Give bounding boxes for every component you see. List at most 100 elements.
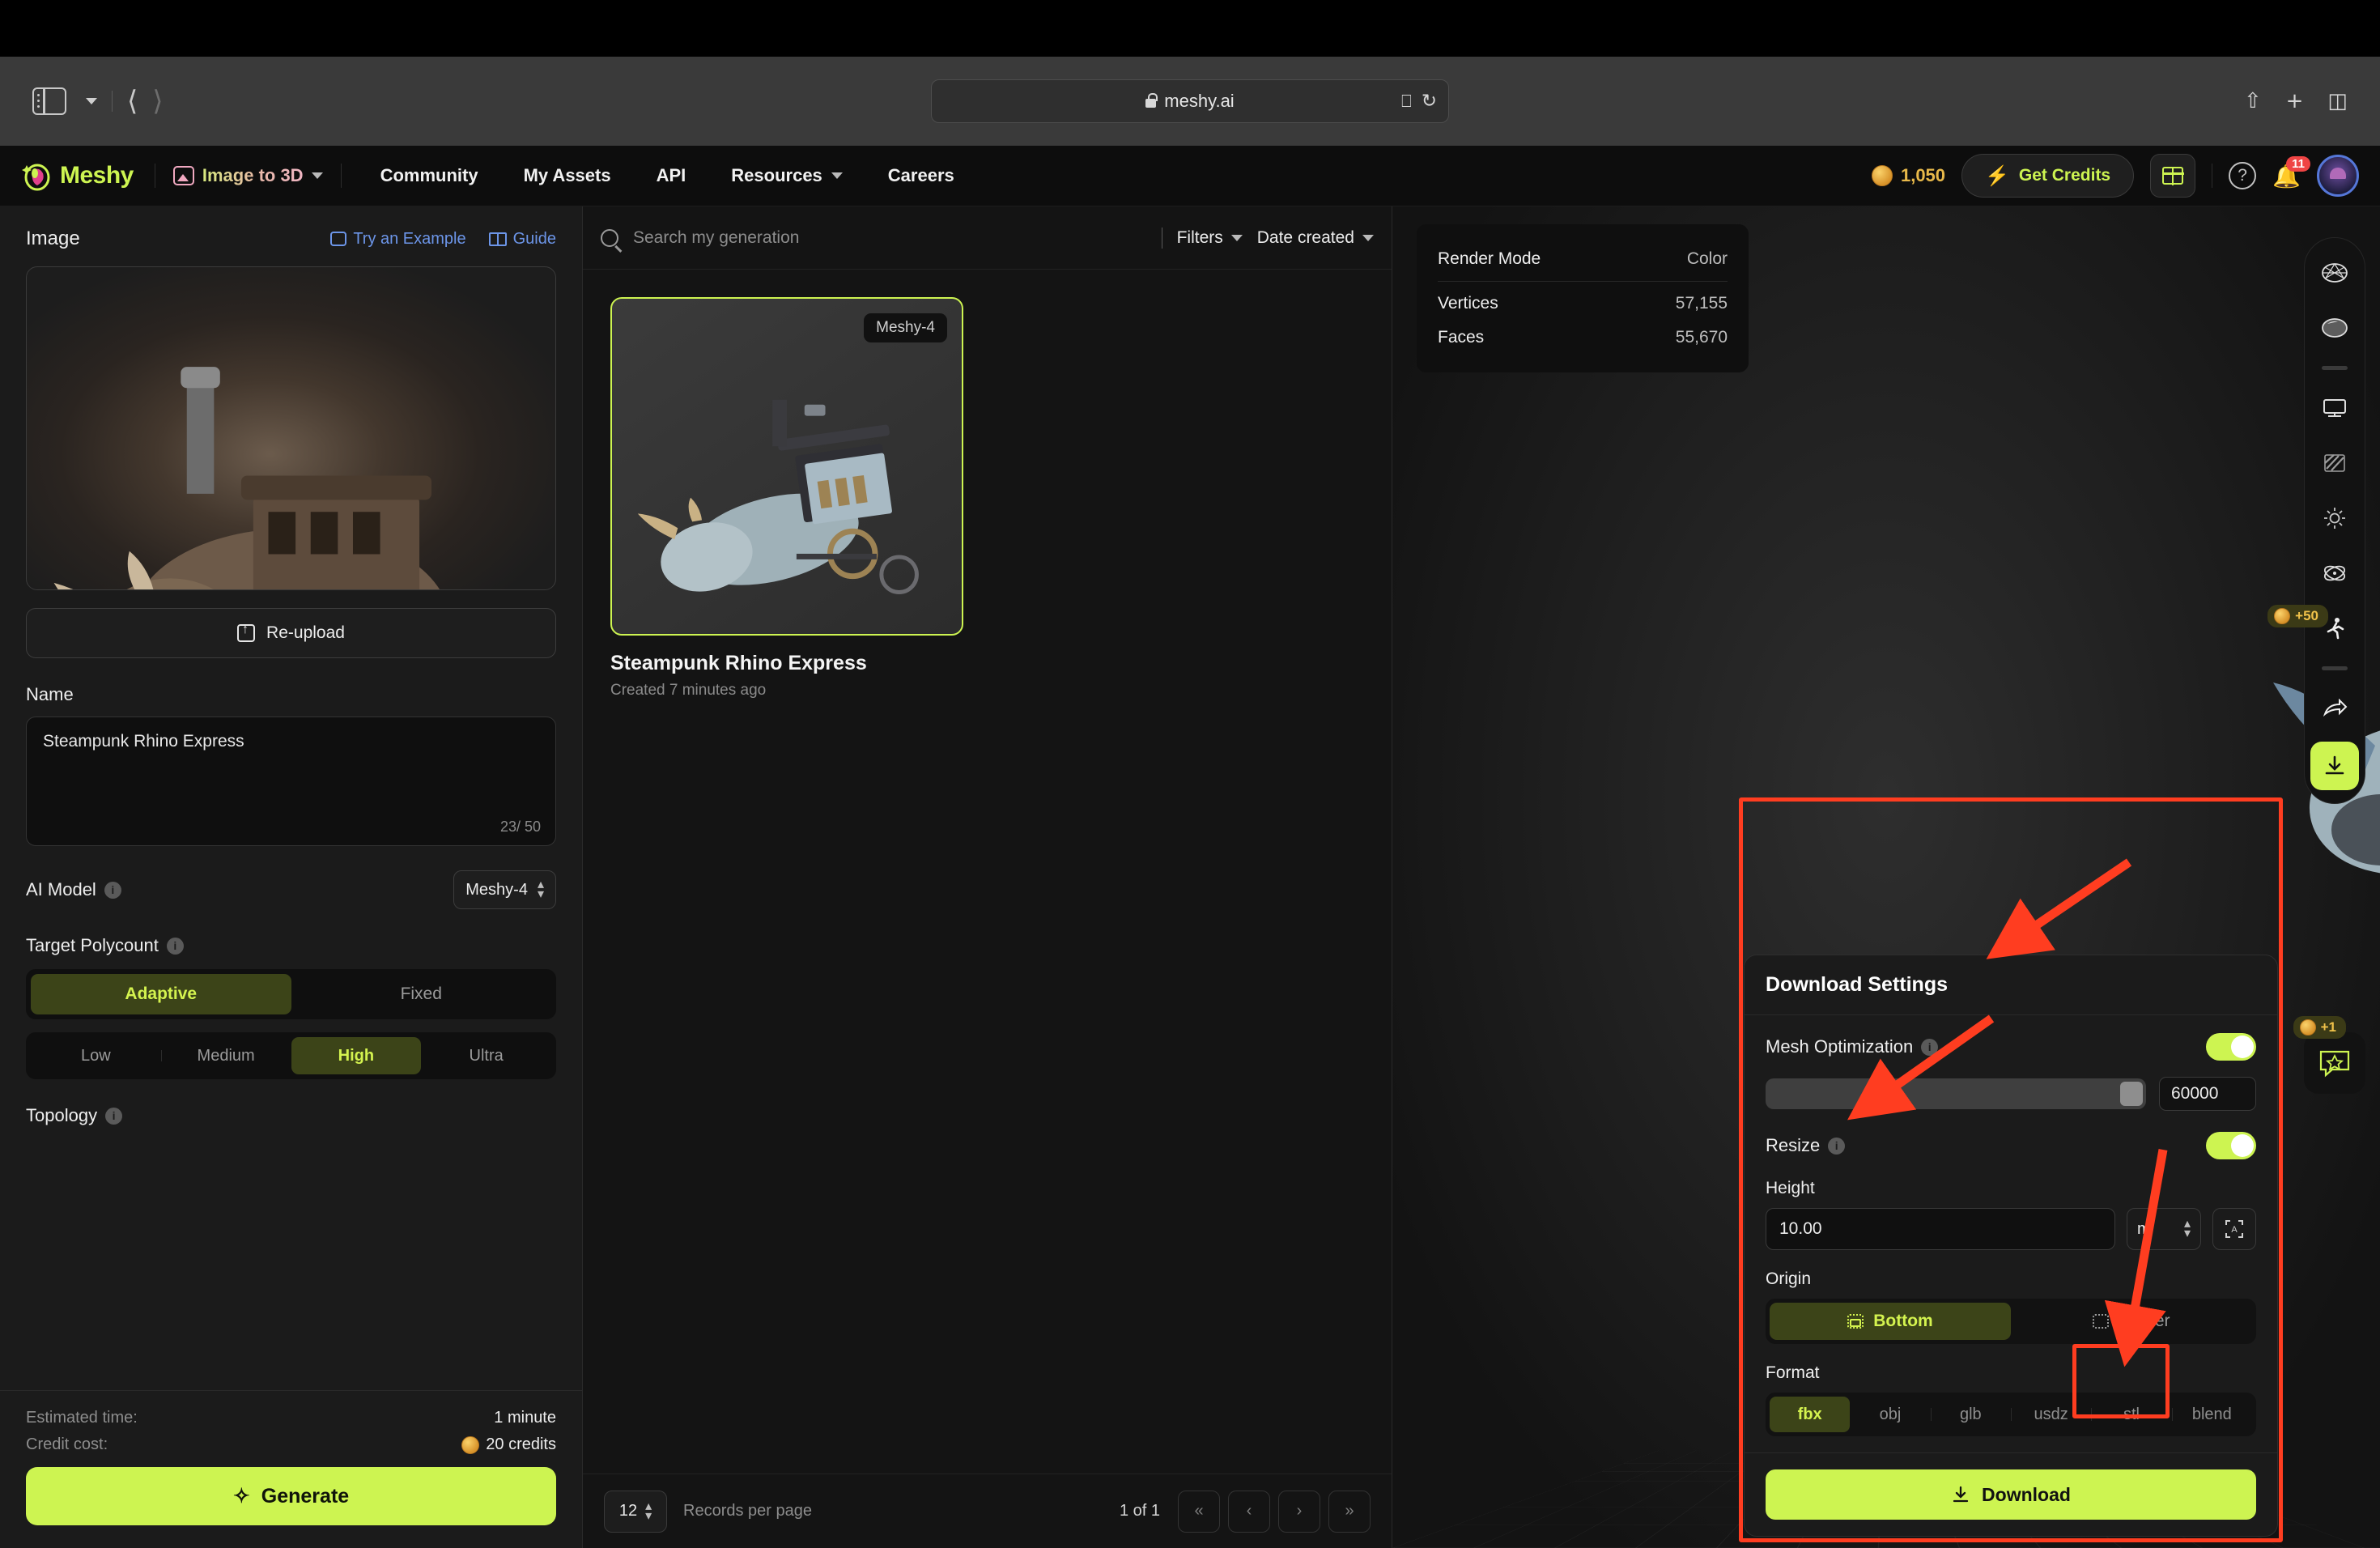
image-icon [330,232,347,246]
upload-image-icon [237,623,256,642]
origin-label: Origin [1766,1269,1812,1288]
address-bar[interactable]: meshy.ai ⎕ ↻ [931,79,1449,123]
name-label: Name [26,684,74,704]
polycount-slider[interactable] [1766,1078,2146,1109]
asset-preview-image [637,399,919,594]
share-icon[interactable] [2313,687,2357,730]
viewport-toolbar [2304,237,2365,804]
translate-icon[interactable]: ⎕ [1401,92,1412,110]
reload-icon[interactable]: ↻ [1422,91,1437,111]
get-credits-button[interactable]: ⚡ Get Credits [1961,154,2135,198]
tabs-icon[interactable]: ◫ [2327,91,2348,112]
format-option-glb[interactable]: glb [1930,1397,2011,1432]
help-icon[interactable]: ? [2229,162,2257,189]
gift-icon [2161,166,2184,185]
download-button[interactable] [2310,742,2359,790]
polycount-level-high[interactable]: High [291,1037,422,1074]
polycount-level-ultra[interactable]: Ultra [421,1037,551,1074]
get-credits-label: Get Credits [2018,166,2111,185]
records-per-page-stepper[interactable]: 12 ▴ ▾ [604,1490,667,1533]
nav-item-careers[interactable]: Careers [865,165,977,186]
back-arrow-icon[interactable]: ⟨ [127,87,138,115]
coin-icon [2299,1019,2316,1036]
format-option-stl[interactable]: stl [2091,1397,2171,1432]
next-page-button[interactable]: › [1278,1490,1320,1533]
physics-icon[interactable] [2313,551,2357,595]
meshy-logo[interactable]: Meshy [21,159,134,192]
auto-fit-button[interactable]: A [2212,1208,2256,1250]
format-option-blend[interactable]: blend [2171,1397,2252,1432]
polycount-mode-adaptive[interactable]: Adaptive [31,974,291,1014]
display-icon[interactable] [2313,386,2357,430]
try-an-example-link[interactable]: Try an Example [330,229,466,249]
first-page-button[interactable]: « [1178,1490,1220,1533]
height-input[interactable]: 10.00 [1766,1208,2115,1250]
avatar[interactable] [2317,155,2359,197]
mesh-optimization-toggle[interactable] [2206,1033,2256,1061]
asset-model-badge: Meshy-4 [864,313,947,342]
forward-arrow-icon[interactable]: ⟩ [152,87,163,115]
asset-thumbnail[interactable]: Meshy-4 [610,297,963,636]
target-polycount-label: Target Polycount i [26,935,556,956]
origin-option-center[interactable]: Center [2011,1303,2252,1340]
try-example-label: Try an Example [353,229,466,248]
3d-viewport[interactable]: Render Mode Color Vertices 57,155 Faces … [1392,206,2380,1548]
nav-item-resources[interactable]: Resources [708,165,865,186]
texture-icon[interactable] [2313,441,2357,485]
stat-row-render-mode[interactable]: Render Mode Color [1438,242,1728,276]
last-page-button[interactable]: » [1328,1490,1371,1533]
share-icon[interactable]: ⇧ [2244,91,2262,112]
chevron-down-icon [831,172,843,179]
source-image-preview[interactable] [26,266,556,590]
generate-button[interactable]: ✧ Generate [26,1467,556,1525]
gift-button[interactable] [2150,154,2196,198]
polycount-level-medium[interactable]: Medium [160,1037,291,1074]
lighting-icon[interactable] [2313,496,2357,540]
guide-link[interactable]: Guide [488,230,556,249]
chevron-down-icon[interactable] [86,98,97,104]
polycount-mode-fixed[interactable]: Fixed [291,974,552,1014]
sidebar-toggle-icon[interactable] [32,87,66,115]
plus-icon[interactable]: + [2286,91,2304,112]
feedback-button[interactable] [2304,1032,2365,1094]
name-input[interactable]: Steampunk Rhino Express 23/ 50 [26,717,556,846]
wireframe-sphere-icon[interactable] [2313,251,2357,295]
search-input[interactable]: Search my generation [633,228,1147,248]
download-settings-panel: Download Settings Mesh Optimization i 60… [1744,955,2278,1537]
format-option-usdz[interactable]: usdz [2010,1397,2091,1432]
toolbar-divider [112,91,113,112]
notifications-button[interactable]: 🔔 11 [2272,155,2310,189]
info-icon[interactable]: i [105,1107,123,1125]
prev-page-button[interactable]: ‹ [1228,1490,1270,1533]
unit-select[interactable]: m ▴ ▾ [2127,1208,2201,1250]
nav-item-my-assets[interactable]: My Assets [501,165,634,186]
filters-dropdown[interactable]: Filters [1177,228,1243,248]
format-option-obj[interactable]: obj [1850,1397,1930,1432]
resize-label: Resize i [1766,1135,1846,1156]
reupload-button[interactable]: Re-upload [26,608,556,658]
polycount-number-input[interactable]: 60000 [2159,1077,2256,1111]
info-icon[interactable]: i [1921,1038,1939,1056]
format-option-fbx[interactable]: fbx [1770,1397,1851,1432]
info-icon[interactable]: i [1828,1137,1846,1155]
nav-item-community[interactable]: Community [358,165,501,186]
asset-card[interactable]: Meshy-4 Steampunk Rhino Express Created … [610,297,963,700]
pagination-bar: 12 ▴ ▾ Records per page 1 of 1 « ‹ › » [583,1474,1392,1548]
origin-option-bottom[interactable]: Bottom [1770,1303,2011,1340]
credit-balance[interactable]: 1,050 [1871,165,1945,186]
info-icon[interactable]: i [166,937,184,955]
nav-item-api[interactable]: API [634,165,709,186]
download-button[interactable]: Download [1766,1469,2256,1520]
resize-toggle[interactable] [2206,1132,2256,1159]
info-icon[interactable]: i [104,881,121,899]
meshy-app: Meshy Image to 3D Community My Assets AP… [0,146,2380,1548]
nav-divider [340,164,342,188]
polycount-level-low[interactable]: Low [31,1037,161,1074]
mode-selector-image-to-3d[interactable]: Image to 3D [155,165,341,186]
page-info: 1 of 1 [1119,1502,1160,1520]
ai-model-select[interactable]: Meshy-4 ▴ ▾ [453,870,556,909]
shaded-sphere-icon[interactable] [2313,306,2357,350]
sort-dropdown[interactable]: Date created [1257,228,1374,248]
polycount-level-toggle: Low Medium High Ultra [26,1032,556,1079]
slider-handle[interactable] [2120,1082,2143,1106]
